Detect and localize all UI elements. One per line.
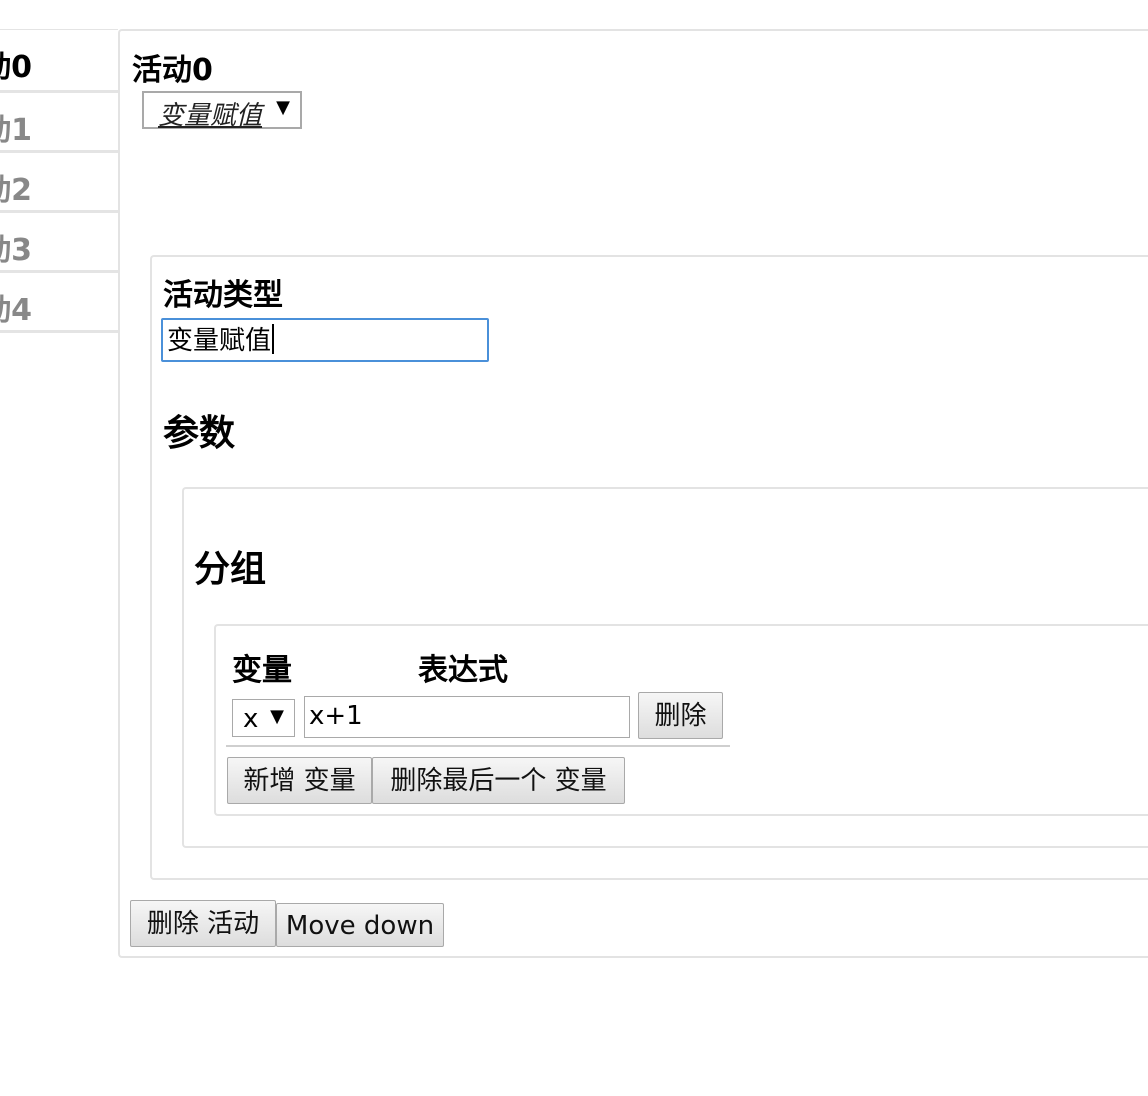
chevron-down-icon: ▼ xyxy=(276,97,290,118)
sidebar-item-activity-0[interactable]: 活动0 xyxy=(0,29,118,93)
variable-dropdown-value: x xyxy=(243,704,259,734)
sidebar-item-label: 活动0 xyxy=(0,50,32,85)
sidebar-item-label: 活动1 xyxy=(0,113,32,148)
activity-type-input-value: 变量赋值 xyxy=(167,326,272,356)
variable-dropdown[interactable]: x ▼ xyxy=(232,699,295,737)
expression-input-value: x+1 xyxy=(309,701,363,731)
expression-input[interactable]: x+1 xyxy=(304,696,630,738)
remove-last-variable-button[interactable]: 删除最后一个 变量 xyxy=(372,757,625,804)
row-divider xyxy=(226,745,730,747)
params-heading: 参数 xyxy=(163,413,236,454)
sidebar-item-activity-1[interactable]: 活动1 xyxy=(0,93,118,153)
activity-type-dropdown[interactable]: 变量赋值 ▼ xyxy=(142,91,302,131)
variable-column-header: 变量 xyxy=(232,653,292,688)
text-cursor xyxy=(272,323,275,354)
add-variable-button[interactable]: 新增 变量 xyxy=(227,757,372,804)
expression-column-header: 表达式 xyxy=(418,653,508,688)
delete-activity-button[interactable]: 删除 活动 xyxy=(130,900,276,947)
chevron-down-icon: ▼ xyxy=(270,706,284,727)
delete-row-button[interactable]: 删除 xyxy=(638,692,723,739)
activity-type-input[interactable]: 变量赋值 xyxy=(161,318,489,362)
activity-type-label: 活动类型 xyxy=(163,278,283,313)
sidebar-item-label: 活动2 xyxy=(0,173,32,208)
move-down-button[interactable]: Move down xyxy=(276,903,444,947)
activity-title: 活动0 xyxy=(132,53,213,88)
group-heading: 分组 xyxy=(194,549,267,590)
activity-sidebar: 活动0 活动1 活动2 活动3 活动4 xyxy=(0,29,118,333)
sidebar-item-label: 活动4 xyxy=(0,293,32,328)
sidebar-item-activity-2[interactable]: 活动2 xyxy=(0,153,118,213)
activity-type-dropdown-value: 变量赋值 xyxy=(158,101,263,131)
sidebar-item-activity-4[interactable]: 活动4 xyxy=(0,273,118,333)
sidebar-item-label: 活动3 xyxy=(0,233,32,268)
sidebar-item-activity-3[interactable]: 活动3 xyxy=(0,213,118,273)
